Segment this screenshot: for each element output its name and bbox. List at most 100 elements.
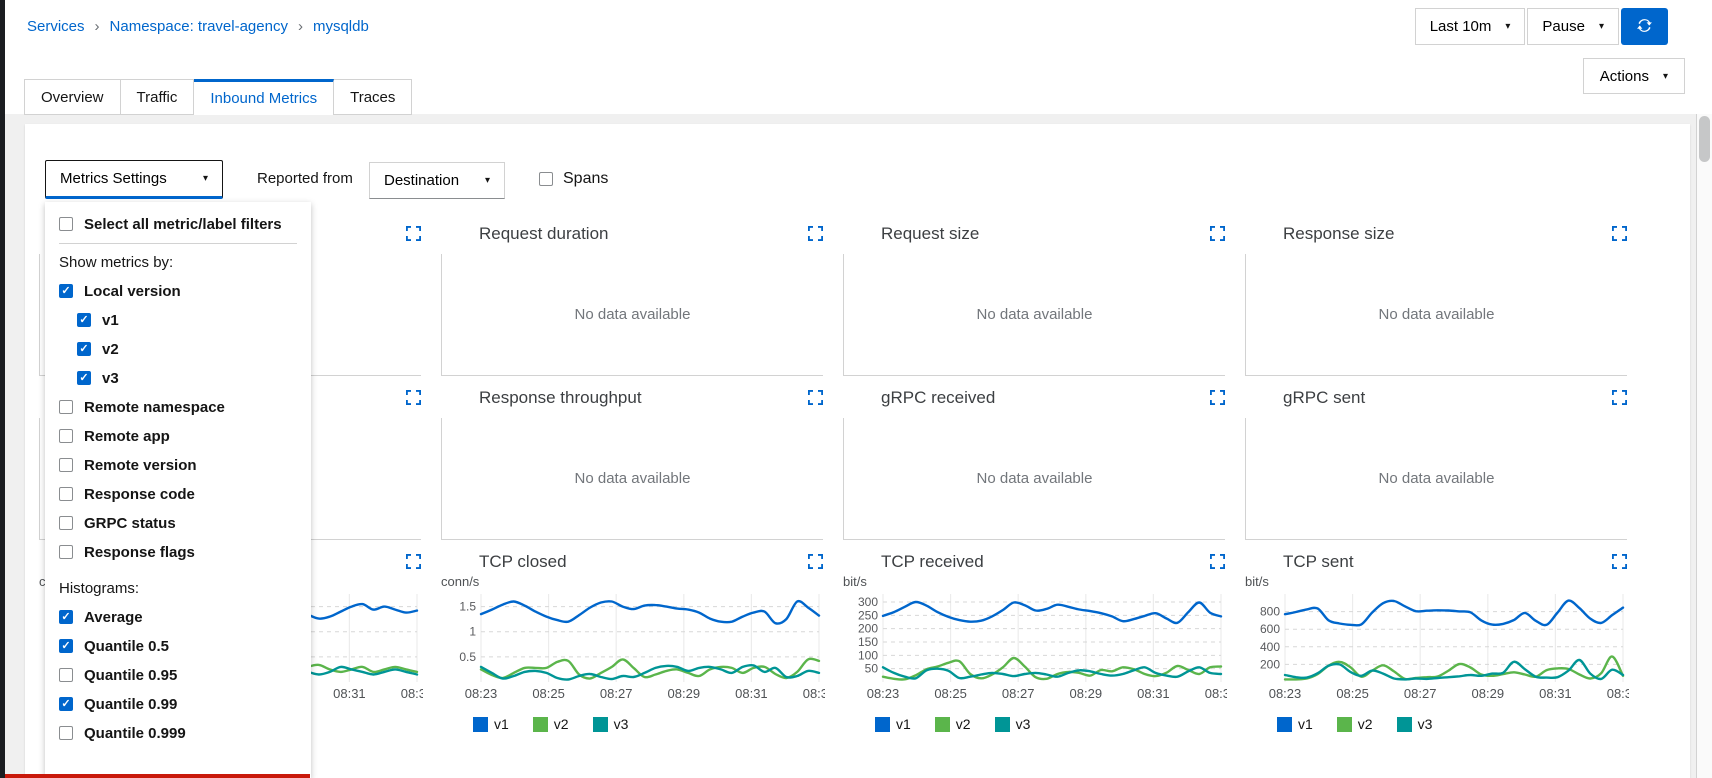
chart-cell-header: Response size	[1275, 224, 1628, 246]
no-data-text: No data available	[574, 470, 691, 487]
menu-checkbox[interactable]	[59, 697, 73, 711]
svg-text:08:27: 08:27	[1002, 686, 1035, 701]
expand-icon[interactable]	[405, 553, 422, 574]
scrollbar-thumb[interactable]	[1699, 116, 1710, 162]
metrics-settings-dropdown[interactable]: Metrics Settings ▾	[45, 160, 223, 199]
menu-checkbox[interactable]	[59, 284, 73, 298]
expand-icon[interactable]	[807, 225, 824, 246]
no-data-text: No data available	[976, 470, 1093, 487]
reported-from-label: Reported from	[257, 170, 353, 187]
svg-text:08:31: 08:31	[1539, 686, 1572, 701]
legend-item-v2[interactable]: v2	[532, 716, 569, 732]
menu-checkbox[interactable]	[59, 429, 73, 443]
breadcrumb-link[interactable]: mysqldb	[313, 18, 369, 35]
menu-checkbox[interactable]	[59, 516, 73, 530]
menu-checkbox[interactable]	[59, 668, 73, 682]
duration-dropdown[interactable]: Last 10m ▾	[1414, 8, 1526, 45]
breadcrumb-link[interactable]: Services	[27, 18, 85, 35]
spans-control: Spans	[539, 170, 608, 188]
refresh-interval-dropdown[interactable]: Pause ▾	[1527, 8, 1619, 45]
legend-item-v1[interactable]: v1	[473, 716, 509, 732]
menu-checkbox[interactable]	[77, 371, 91, 385]
vertical-scrollbar[interactable]	[1696, 114, 1712, 778]
chart-cell: Request duration No data available	[441, 224, 824, 376]
chart-cell-header: TCP sent	[1275, 552, 1628, 574]
menu-checkbox[interactable]	[59, 217, 73, 231]
red-bottom-strip	[5, 774, 310, 778]
menu-item-label: Quantile 0.5	[84, 637, 170, 655]
reported-from-dropdown[interactable]: Destination ▾	[369, 162, 505, 199]
expand-icon[interactable]	[405, 225, 422, 246]
menu-item-label: Quantile 0.99	[84, 695, 178, 713]
tab-traffic[interactable]: Traffic	[120, 79, 195, 115]
legend-swatch	[875, 716, 890, 732]
svg-text:100: 100	[858, 648, 878, 662]
menu-item-select-all-metric-label-filters: Select all metric/label filters	[59, 214, 311, 234]
tab-traces[interactable]: Traces	[334, 79, 413, 115]
expand-icon[interactable]	[807, 389, 824, 410]
menu-item-label: GRPC status	[84, 514, 176, 532]
no-data-text: No data available	[574, 306, 691, 323]
svg-text:200: 200	[1260, 657, 1280, 671]
menu-item-label: Quantile 0.999	[84, 724, 186, 742]
tab-overview[interactable]: Overview	[24, 79, 121, 115]
breadcrumb-link[interactable]: Namespace: travel-agency	[110, 18, 288, 35]
menu-checkbox[interactable]	[59, 458, 73, 472]
legend-swatch	[1396, 716, 1412, 732]
expand-icon[interactable]	[1611, 389, 1628, 410]
expand-icon[interactable]	[807, 553, 824, 574]
legend-label: v3	[1015, 716, 1031, 732]
menu-checkbox[interactable]	[59, 726, 73, 740]
legend-item-v3[interactable]: v3	[1396, 716, 1432, 732]
chevron-down-icon: ▾	[1598, 21, 1604, 32]
menu-item-response-code: Response code	[59, 484, 311, 504]
refresh-interval-label: Pause	[1542, 18, 1585, 35]
legend-item-v3[interactable]: v3	[592, 716, 628, 732]
actions-dropdown[interactable]: Actions ▾	[1582, 58, 1685, 94]
menu-checkbox[interactable]	[59, 610, 73, 624]
metrics-card: Metrics Settings ▾ Reported from Destina…	[25, 124, 1690, 778]
chart-title: Response throughput	[479, 388, 642, 407]
menu-checkbox[interactable]	[77, 342, 91, 356]
chart-cell: Response size No data available	[1245, 224, 1628, 376]
expand-icon[interactable]	[1209, 225, 1226, 246]
menu-checkbox[interactable]	[59, 487, 73, 501]
chart-title: TCP sent	[1283, 552, 1354, 571]
svg-text:08:33: 08:33	[803, 686, 825, 701]
y-axis-unit-label: bit/s	[1245, 574, 1269, 589]
legend-item-v2[interactable]: v2	[934, 716, 971, 732]
expand-icon[interactable]	[1209, 553, 1226, 574]
chart-cell-header: gRPC received	[873, 388, 1226, 410]
refresh-button[interactable]	[1621, 8, 1668, 45]
line-chart-plot: 08:23 08:25 08:27 08:29 08:31 08:33 200 400 600 8…	[1260, 594, 1629, 701]
expand-icon[interactable]	[1209, 389, 1226, 410]
menu-item-label: Local version	[84, 282, 181, 300]
expand-icon[interactable]	[1611, 225, 1628, 246]
spans-checkbox[interactable]	[539, 172, 553, 186]
expand-icon[interactable]	[405, 389, 422, 410]
chevron-down-icon: ▾	[484, 175, 490, 186]
legend-item-v1[interactable]: v1	[1277, 716, 1313, 732]
svg-text:08:25: 08:25	[1336, 686, 1369, 701]
legend-item-v3[interactable]: v3	[994, 716, 1031, 732]
menu-checkbox[interactable]	[59, 639, 73, 653]
menu-checkbox[interactable]	[59, 545, 73, 559]
svg-text:08:25: 08:25	[934, 686, 967, 701]
y-axis-unit-label: bit/s	[843, 574, 867, 589]
menu-checkbox[interactable]	[59, 400, 73, 414]
svg-text:08:31: 08:31	[735, 686, 768, 701]
svg-text:50: 50	[865, 662, 879, 676]
chart-title: gRPC received	[881, 388, 996, 407]
chevron-down-icon: ▾	[1662, 70, 1668, 82]
legend-item-v2[interactable]: v2	[1336, 716, 1373, 732]
legend-item-v1[interactable]: v1	[875, 716, 911, 732]
menu-checkbox[interactable]	[77, 313, 91, 327]
expand-icon[interactable]	[1611, 553, 1628, 574]
chart-legend: v1 v2 v3	[1277, 714, 1627, 734]
tab-inbound-metrics[interactable]: Inbound Metrics	[194, 79, 335, 115]
chart-cell: Response throughput No data available	[441, 388, 824, 540]
menu-section-header: Histograms:	[59, 580, 140, 597]
legend-swatch	[1277, 716, 1292, 732]
no-data-box: No data available	[843, 418, 1225, 540]
spans-label: Spans	[563, 170, 609, 187]
